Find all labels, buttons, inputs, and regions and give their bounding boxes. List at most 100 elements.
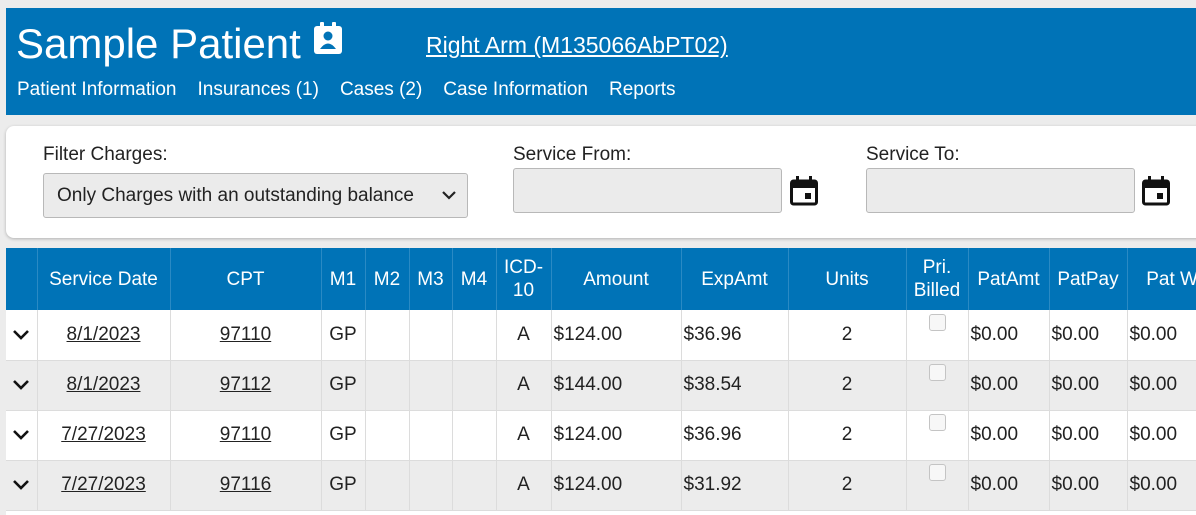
table-row: 7/27/2023 97116 GP A $124.00 $31.92 2 $0…: [6, 460, 1196, 511]
m1-cell: GP: [321, 360, 366, 411]
m3-cell: [409, 310, 453, 361]
patamt-cell: $0.00: [968, 410, 1050, 461]
m1-cell: GP: [321, 410, 366, 461]
nav-cases[interactable]: Cases (2): [340, 78, 422, 102]
units-cell: 2: [788, 460, 907, 511]
chevron-down-icon: [442, 191, 456, 200]
filter-charges-select[interactable]: Only Charges with an outstanding balance: [43, 173, 468, 218]
expamt-cell: $31.92: [681, 460, 789, 511]
cpt-link[interactable]: 97110: [220, 324, 271, 345]
charges-table-container: Service Date CPT M1 M2 M3 M4 ICD-10 Amou…: [6, 248, 1196, 515]
case-link[interactable]: Right Arm (M135066AbPT02): [426, 30, 728, 60]
patamt-cell: $0.00: [968, 310, 1050, 361]
units-cell: 2: [788, 360, 907, 411]
service-date-link[interactable]: 7/27/2023: [61, 424, 146, 445]
pri-billed-checkbox[interactable]: [928, 414, 946, 431]
expand-cell[interactable]: [6, 410, 38, 461]
col-expamt[interactable]: ExpAmt: [681, 248, 789, 310]
nav-patient-information[interactable]: Patient Information: [17, 78, 176, 102]
m4-cell: [452, 360, 497, 411]
pri-billed-checkbox[interactable]: [928, 464, 946, 481]
col-icd10[interactable]: ICD-10: [496, 248, 552, 310]
pri-billed-checkbox[interactable]: [928, 313, 946, 331]
m2-cell: [365, 310, 410, 361]
m3-cell: [409, 410, 453, 461]
col-service-date[interactable]: Service Date: [37, 248, 171, 310]
filter-charges-label: Filter Charges:: [43, 144, 168, 165]
col-amount[interactable]: Amount: [551, 248, 682, 310]
m2-cell: [365, 460, 410, 511]
service-date-link[interactable]: 8/1/2023: [67, 324, 141, 345]
chevron-down-icon[interactable]: [12, 429, 30, 441]
service-to-input[interactable]: [866, 168, 1135, 213]
patamt-cell: $0.00: [968, 460, 1050, 511]
service-date-link[interactable]: 8/1/2023: [67, 374, 141, 395]
col-pat-wo[interactable]: Pat W/o: [1127, 248, 1196, 310]
m3-cell: [409, 360, 453, 411]
m2-cell: [365, 410, 410, 461]
pri-billed-checkbox[interactable]: [928, 364, 946, 381]
patient-nav: Patient Information Insurances (1) Cases…: [17, 78, 676, 102]
patpay-cell: $0.00: [1049, 410, 1128, 461]
filter-charges-value: Only Charges with an outstanding balance: [57, 185, 415, 206]
cpt-link[interactable]: 97116: [220, 474, 271, 495]
pri-billed-cell: [906, 410, 969, 461]
expamt-cell: $36.96: [681, 310, 789, 361]
amount-cell: $144.00: [551, 360, 682, 411]
cpt-cell: 97110: [170, 310, 322, 361]
patpay-cell: $0.00: [1049, 310, 1128, 361]
expand-cell[interactable]: [6, 360, 38, 411]
chevron-down-icon[interactable]: [12, 329, 30, 341]
calendar-icon[interactable]: [790, 176, 818, 206]
icd10-cell: A: [496, 310, 552, 361]
service-from-label: Service From:: [513, 144, 632, 165]
service-to-label: Service To:: [866, 144, 960, 165]
service-date-cell: 7/27/2023: [37, 410, 171, 461]
pat-wo-cell: $0.00: [1127, 360, 1196, 411]
patpay-cell: $0.00: [1049, 460, 1128, 511]
m1-cell: GP: [321, 460, 366, 511]
table-row: 7/27/2023 97110 GP A $124.00 $36.96 2 $0…: [6, 410, 1196, 461]
col-m1[interactable]: M1: [321, 248, 366, 310]
expamt-cell: $36.96: [681, 410, 789, 461]
nav-case-information[interactable]: Case Information: [443, 78, 588, 102]
expamt-cell: $38.54: [681, 360, 789, 411]
col-m2[interactable]: M2: [365, 248, 410, 310]
units-cell: 2: [788, 310, 907, 361]
expand-cell[interactable]: [6, 460, 38, 511]
col-cpt[interactable]: CPT: [170, 248, 322, 310]
patamt-cell: $0.00: [968, 360, 1050, 411]
pat-wo-cell: $0.00: [1127, 410, 1196, 461]
nav-reports[interactable]: Reports: [609, 78, 676, 102]
amount-cell: $124.00: [551, 310, 682, 361]
col-m4[interactable]: M4: [452, 248, 497, 310]
contact-card-icon[interactable]: [312, 22, 344, 56]
nav-insurances[interactable]: Insurances (1): [197, 78, 318, 102]
chevron-down-icon[interactable]: [12, 379, 30, 391]
m1-cell: GP: [321, 310, 366, 361]
icd10-cell: A: [496, 460, 552, 511]
filter-panel: Filter Charges: Only Charges with an out…: [6, 126, 1196, 238]
col-patpay[interactable]: PatPay: [1049, 248, 1128, 310]
cpt-cell: 97110: [170, 410, 322, 461]
table-row: 8/1/2023 97112 GP A $144.00 $38.54 2 $0.…: [6, 360, 1196, 411]
pri-billed-cell: [906, 310, 969, 361]
col-pri-billed[interactable]: Pri. Billed: [906, 248, 969, 310]
cpt-cell: 97112: [170, 360, 322, 411]
service-from-input[interactable]: [513, 168, 782, 213]
col-m3[interactable]: M3: [409, 248, 453, 310]
cpt-link[interactable]: 97112: [220, 374, 271, 395]
icd10-cell: A: [496, 360, 552, 411]
service-date-link[interactable]: 7/27/2023: [61, 474, 146, 495]
chevron-down-icon[interactable]: [12, 479, 30, 491]
m3-cell: [409, 460, 453, 511]
cpt-link[interactable]: 97110: [220, 424, 271, 445]
pri-billed-cell: [906, 460, 969, 511]
expand-cell[interactable]: [6, 310, 38, 361]
icd10-cell: A: [496, 410, 552, 461]
col-units[interactable]: Units: [788, 248, 907, 310]
calendar-icon[interactable]: [1142, 176, 1170, 206]
col-patamt[interactable]: PatAmt: [968, 248, 1050, 310]
patient-header: Sample Patient Right Arm (M135066AbPT02)…: [6, 8, 1196, 115]
m4-cell: [452, 410, 497, 461]
